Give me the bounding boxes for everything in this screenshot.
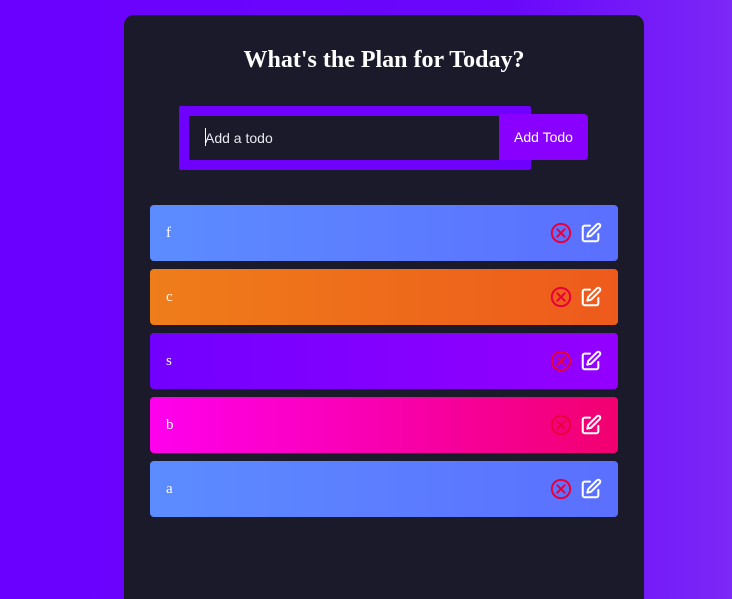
todo-row: b bbox=[150, 397, 618, 453]
todo-app: What's the Plan for Today? Add Todo f c bbox=[124, 15, 644, 599]
todo-text[interactable]: c bbox=[166, 287, 173, 307]
todo-text[interactable]: f bbox=[166, 223, 171, 243]
todo-row: c bbox=[150, 269, 618, 325]
edit-icon[interactable] bbox=[580, 478, 602, 500]
text-caret bbox=[205, 128, 206, 146]
delete-icon[interactable] bbox=[550, 350, 572, 372]
todo-input[interactable] bbox=[179, 106, 531, 170]
todo-text[interactable]: s bbox=[166, 351, 172, 371]
edit-icon[interactable] bbox=[580, 414, 602, 436]
delete-icon[interactable] bbox=[550, 414, 572, 436]
todo-form: Add Todo bbox=[179, 106, 589, 170]
edit-icon[interactable] bbox=[580, 286, 602, 308]
edit-icon[interactable] bbox=[580, 350, 602, 372]
delete-icon[interactable] bbox=[550, 286, 572, 308]
todo-list: f c s b a bbox=[150, 205, 618, 525]
todo-row: f bbox=[150, 205, 618, 261]
delete-icon[interactable] bbox=[550, 222, 572, 244]
todo-row: a bbox=[150, 461, 618, 517]
todo-text[interactable]: a bbox=[166, 479, 173, 499]
delete-icon[interactable] bbox=[550, 478, 572, 500]
add-todo-button[interactable]: Add Todo bbox=[499, 114, 588, 160]
todo-row: s bbox=[150, 333, 618, 389]
todo-text[interactable]: b bbox=[166, 415, 174, 435]
edit-icon[interactable] bbox=[580, 222, 602, 244]
page-title: What's the Plan for Today? bbox=[243, 47, 525, 73]
